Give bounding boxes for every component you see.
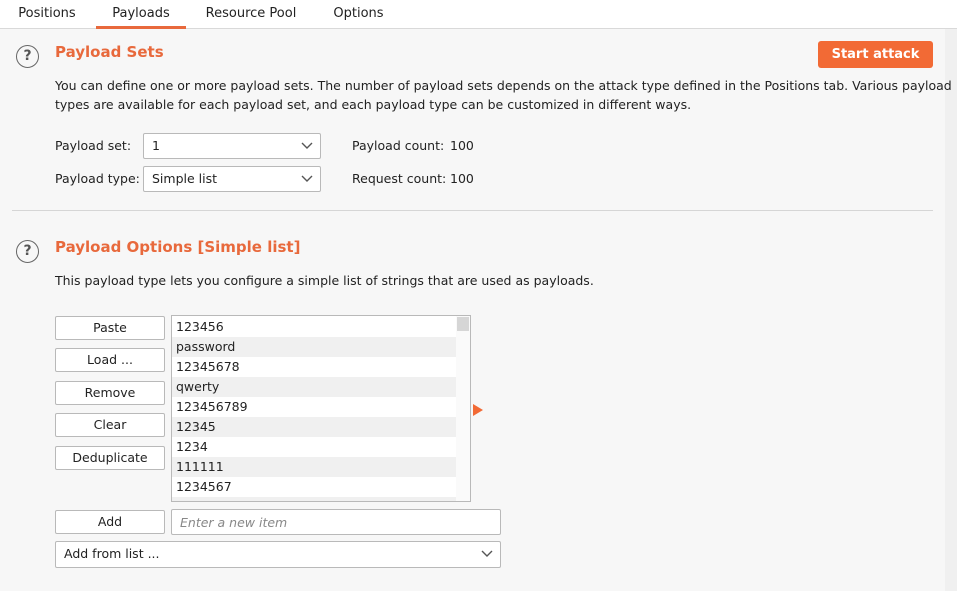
paste-button[interactable]: Paste (55, 316, 165, 340)
collapse-arrow-icon[interactable] (473, 404, 483, 416)
help-icon[interactable]: ? (16, 45, 39, 68)
load-button[interactable]: Load ... (55, 348, 165, 372)
tab-payloads[interactable]: Payloads (96, 0, 186, 29)
help-icon[interactable]: ? (16, 240, 39, 263)
payload-options-description: This payload type lets you configure a s… (55, 273, 594, 288)
payload-list[interactable]: 123456 password 12345678 qwerty 12345678… (171, 315, 471, 502)
payload-options-title: Payload Options [Simple list] (55, 238, 301, 256)
payload-type-value: Simple list (152, 171, 218, 186)
payload-count-value: 100 (450, 138, 474, 153)
add-from-list-value: Add from list ... (64, 546, 160, 561)
payload-set-select[interactable]: 1 (143, 133, 321, 159)
payload-sets-description-line2: types are available for each payload set… (55, 97, 692, 112)
tab-bar: Positions Payloads Resource Pool Options (0, 0, 957, 29)
list-item[interactable]: 111111 (172, 457, 457, 477)
payload-sets-title: Payload Sets (55, 43, 164, 61)
list-item-partial (172, 497, 457, 501)
remove-button[interactable]: Remove (55, 381, 165, 405)
tab-options[interactable]: Options (321, 0, 396, 29)
request-count-label: Request count: (352, 171, 447, 186)
list-scroll-thumb[interactable] (457, 317, 469, 331)
payload-sets-description-line1: You can define one or more payload sets.… (55, 78, 952, 93)
chevron-down-icon (301, 175, 313, 182)
list-item[interactable]: 12345678 (172, 357, 457, 377)
list-scrollbar[interactable] (456, 316, 470, 501)
list-item[interactable]: qwerty (172, 377, 457, 397)
clear-button[interactable]: Clear (55, 413, 165, 437)
list-item[interactable]: 1234 (172, 437, 457, 457)
tab-resource-pool[interactable]: Resource Pool (196, 0, 306, 29)
add-button[interactable]: Add (55, 510, 165, 534)
list-item[interactable]: password (172, 337, 457, 357)
payload-type-select[interactable]: Simple list (143, 166, 321, 192)
section-divider (12, 210, 933, 211)
chevron-down-icon (301, 142, 313, 149)
payload-type-label: Payload type: (55, 171, 140, 186)
start-attack-button[interactable]: Start attack (818, 41, 933, 68)
payload-set-value: 1 (152, 138, 160, 153)
new-item-input[interactable] (171, 509, 501, 535)
panel-scrollbar[interactable] (945, 29, 957, 591)
deduplicate-button[interactable]: Deduplicate (55, 446, 165, 470)
request-count-value: 100 (450, 171, 474, 186)
list-item[interactable]: 123456789 (172, 397, 457, 417)
list-item[interactable]: 1234567 (172, 477, 457, 497)
chevron-down-icon (481, 550, 493, 557)
list-item[interactable]: 123456 (172, 317, 457, 337)
payload-count-label: Payload count: (352, 138, 445, 153)
tab-positions[interactable]: Positions (8, 0, 86, 29)
payload-set-label: Payload set: (55, 138, 132, 153)
list-item[interactable]: 12345 (172, 417, 457, 437)
add-from-list-select[interactable]: Add from list ... (55, 541, 501, 568)
